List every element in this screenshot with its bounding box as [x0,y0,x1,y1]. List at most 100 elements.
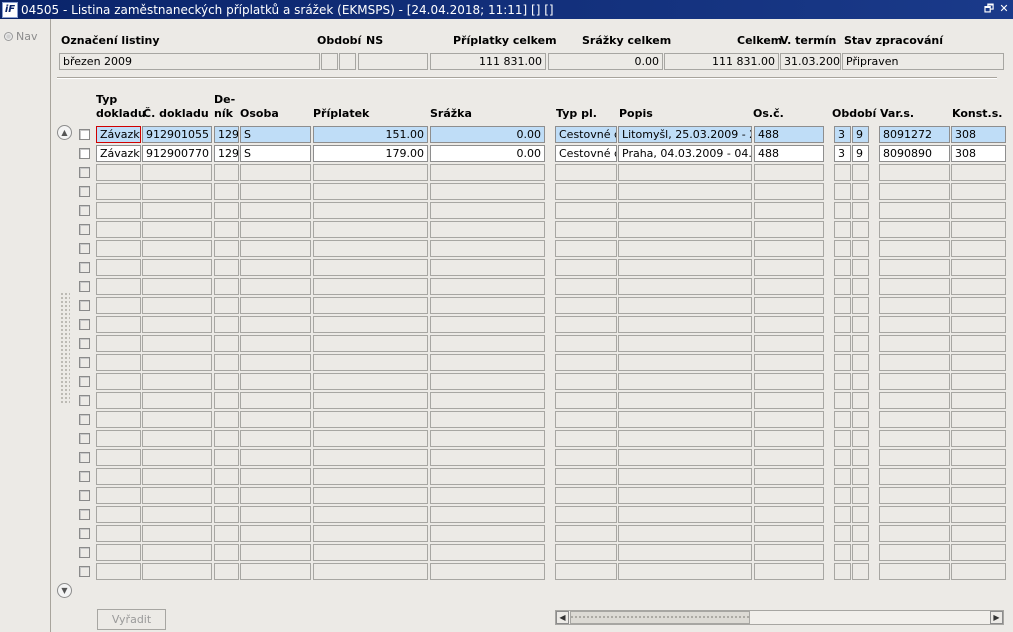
row-checkbox[interactable] [79,471,90,482]
cell-typ-pl[interactable] [555,259,617,276]
cell-obdobi-1[interactable] [834,183,851,200]
cell-konst-s[interactable] [951,354,1006,371]
cell-typ[interactable] [96,411,141,428]
cell-os-c[interactable] [754,278,824,295]
cell-cislo[interactable] [142,278,212,295]
cell-konst-s[interactable] [951,411,1006,428]
oznaceni-field[interactable]: březen 2009 [59,53,320,70]
cell-typ-pl[interactable] [555,487,617,504]
cell-os-c[interactable]: 488 [754,145,824,162]
cell-typ[interactable] [96,544,141,561]
cell-cislo[interactable] [142,202,212,219]
cell-srazka[interactable] [430,335,545,352]
cell-cislo[interactable] [142,411,212,428]
horizontal-scrollbar[interactable]: ◀ ▶ [555,610,1004,625]
row-checkbox[interactable] [79,167,90,178]
cell-typ[interactable] [96,259,141,276]
cell-osoba[interactable] [240,316,311,333]
nav-radio[interactable]: Nav [4,30,37,43]
cell-osoba[interactable] [240,430,311,447]
cell-os-c[interactable] [754,392,824,409]
cell-srazka[interactable] [430,240,545,257]
cell-konst-s[interactable] [951,430,1006,447]
cell-obdobi-1[interactable] [834,563,851,580]
cell-obdobi-1[interactable] [834,259,851,276]
cell-var-s[interactable]: 8091272 [879,126,950,143]
cell-konst-s[interactable] [951,449,1006,466]
cell-priplatek[interactable] [313,278,428,295]
cell-denik[interactable] [214,449,239,466]
cell-var-s[interactable] [879,316,950,333]
cell-srazka[interactable]: 0.00 [430,126,545,143]
cell-obdobi-2[interactable] [852,240,869,257]
cell-denik[interactable] [214,563,239,580]
cell-popis[interactable] [618,316,752,333]
cell-typ[interactable] [96,297,141,314]
cell-priplatek[interactable] [313,202,428,219]
cell-var-s[interactable] [879,335,950,352]
cell-typ[interactable] [96,221,141,238]
cell-cislo[interactable] [142,373,212,390]
cell-osoba[interactable] [240,278,311,295]
row-checkbox[interactable] [79,528,90,539]
cell-denik[interactable] [214,335,239,352]
cell-osoba[interactable] [240,506,311,523]
cell-denik[interactable] [214,221,239,238]
cell-konst-s[interactable] [951,164,1006,181]
cell-konst-s[interactable] [951,316,1006,333]
cell-cislo[interactable] [142,392,212,409]
cell-osoba[interactable] [240,468,311,485]
stav-zpracovani-field[interactable]: Připraven [842,53,1004,70]
row-checkbox[interactable] [79,205,90,216]
cell-os-c[interactable] [754,240,824,257]
cell-typ[interactable] [96,468,141,485]
cell-os-c[interactable] [754,259,824,276]
cell-os-c[interactable] [754,411,824,428]
cell-var-s[interactable] [879,449,950,466]
cell-denik[interactable]: 129 [214,145,239,162]
cell-typ[interactable] [96,563,141,580]
row-checkbox[interactable] [79,243,90,254]
cell-osoba[interactable] [240,487,311,504]
cell-typ[interactable] [96,202,141,219]
cell-priplatek[interactable] [313,373,428,390]
cell-konst-s[interactable] [951,335,1006,352]
cell-popis[interactable] [618,259,752,276]
cell-os-c[interactable] [754,525,824,542]
row-checkbox[interactable] [79,490,90,501]
cell-obdobi-1[interactable] [834,411,851,428]
cell-srazka[interactable] [430,449,545,466]
cell-cislo[interactable] [142,544,212,561]
cell-srazka[interactable] [430,316,545,333]
cell-cislo[interactable] [142,316,212,333]
cell-var-s[interactable] [879,164,950,181]
cell-obdobi-1[interactable] [834,430,851,447]
cell-priplatek[interactable] [313,506,428,523]
cell-popis[interactable] [618,563,752,580]
cell-srazka[interactable] [430,354,545,371]
cell-osoba[interactable] [240,392,311,409]
row-checkbox[interactable] [79,357,90,368]
cell-var-s[interactable] [879,297,950,314]
restore-icon[interactable]: 🗗 [982,2,996,16]
cell-os-c[interactable]: 488 [754,126,824,143]
cell-priplatek[interactable]: 179.00 [313,145,428,162]
cell-srazka[interactable] [430,392,545,409]
cell-obdobi-2[interactable] [852,202,869,219]
cell-os-c[interactable] [754,563,824,580]
cell-obdobi-2[interactable] [852,183,869,200]
cell-popis[interactable]: Litomyšl, 25.03.2009 - 25.0 [618,126,752,143]
cell-srazka[interactable] [430,278,545,295]
cell-osoba[interactable] [240,449,311,466]
cell-typ-pl[interactable] [555,525,617,542]
cell-osoba[interactable] [240,202,311,219]
cell-os-c[interactable] [754,506,824,523]
cell-typ-pl[interactable] [555,183,617,200]
cell-var-s[interactable] [879,259,950,276]
cell-popis[interactable]: Praha, 04.03.2009 - 04.03.2 [618,145,752,162]
cell-var-s[interactable] [879,183,950,200]
cell-obdobi-2[interactable] [852,487,869,504]
cell-obdobi-1[interactable] [834,316,851,333]
cell-var-s[interactable] [879,392,950,409]
cell-cislo[interactable] [142,335,212,352]
